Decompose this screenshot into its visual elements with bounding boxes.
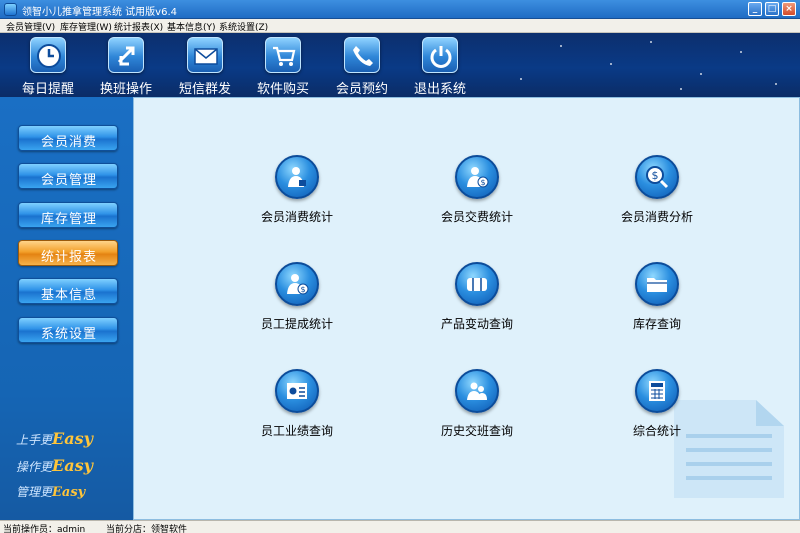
swap-arrows-icon xyxy=(108,37,144,73)
sidebar-item-label: 会员管理 xyxy=(40,173,97,188)
clock-icon xyxy=(30,37,66,73)
consumption-analysis-icon: $ xyxy=(635,155,679,199)
toolbar-label: 每日提醒 xyxy=(21,82,74,97)
shopping-cart-icon xyxy=(265,37,301,73)
menu-inventory[interactable]: 库存管理(W) xyxy=(60,20,112,33)
sidebar-item-label: 统计报表 xyxy=(40,250,97,265)
product-change-icon xyxy=(455,262,499,306)
toolbar-label: 会员预约 xyxy=(335,82,388,97)
telephone-icon xyxy=(344,37,380,73)
title-bar: 领智小儿推拿管理系统 试用版v6.4 _ □ × xyxy=(0,0,800,19)
menu-bar: 会员管理(V) 库存管理(W) 统计报表(X) 基本信息(Y) 系统设置(Z) xyxy=(0,19,800,33)
svg-text:$: $ xyxy=(300,285,305,294)
status-bar: 当前操作员：admin 当前分店：领智软件 xyxy=(0,520,800,533)
toolbar-exit-system[interactable]: 退出系统 xyxy=(401,36,479,97)
main-panel: 会员消费统计 $ 会员交费统计 $ 会员消费分析 $ 员工提成统计 产品变动查询… xyxy=(133,97,800,520)
func-label: 库存查询 xyxy=(632,317,681,331)
app-icon xyxy=(4,3,17,16)
maximize-button[interactable]: □ xyxy=(765,2,779,16)
func-label: 历史交班查询 xyxy=(440,424,513,438)
envelope-icon xyxy=(187,37,223,73)
func-label: 综合统计 xyxy=(632,424,681,438)
toolbar-buy-software[interactable]: 软件购买 xyxy=(244,36,322,97)
toolbar-member-booking[interactable]: 会员预约 xyxy=(323,36,401,97)
func-label: 员工业绩查询 xyxy=(260,424,333,438)
staff-performance-icon xyxy=(275,369,319,413)
close-button[interactable]: × xyxy=(782,2,796,16)
calculator-icon xyxy=(635,369,679,413)
toolbar-label: 换班操作 xyxy=(99,82,152,97)
toolbar-daily-reminder[interactable]: 每日提醒 xyxy=(9,36,87,97)
func-inventory-query[interactable]: 库存查询 xyxy=(597,262,717,342)
status-branch: 当前分店：领智软件 xyxy=(106,525,188,533)
sidebar-item-basic-info[interactable]: 基本信息 xyxy=(18,278,118,304)
toolbar-sms-broadcast[interactable]: 短信群发 xyxy=(166,36,244,97)
toolbar-label: 短信群发 xyxy=(178,82,231,97)
func-label: 会员消费统计 xyxy=(260,210,333,224)
toolbar: 每日提醒 换班操作 短信群发 软件购买 会员预约 退出系统 xyxy=(0,33,800,97)
toolbar-shift-change[interactable]: 换班操作 xyxy=(87,36,165,97)
sidebar-item-label: 库存管理 xyxy=(40,212,97,227)
window-title: 领智小儿推拿管理系统 试用版v6.4 xyxy=(22,7,177,18)
func-member-payment-stats[interactable]: $ 会员交费统计 xyxy=(417,155,537,235)
func-overall-statistics[interactable]: 综合统计 xyxy=(597,369,717,449)
menu-reports[interactable]: 统计报表(X) xyxy=(114,20,163,33)
func-staff-performance-query[interactable]: 员工业绩查询 xyxy=(237,369,357,449)
sidebar-item-member-consumption[interactable]: 会员消费 xyxy=(18,125,118,151)
slogan: 管理更Easy xyxy=(16,485,86,500)
menu-member[interactable]: 会员管理(V) xyxy=(6,20,55,33)
menu-settings[interactable]: 系统设置(Z) xyxy=(219,20,268,33)
func-product-change-query[interactable]: 产品变动查询 xyxy=(417,262,537,342)
folder-icon xyxy=(635,262,679,306)
sidebar-item-label: 会员消费 xyxy=(40,135,97,150)
func-label: 员工提成统计 xyxy=(260,317,333,331)
sidebar-item-system-settings[interactable]: 系统设置 xyxy=(18,317,118,343)
minimize-button[interactable]: _ xyxy=(748,2,762,16)
func-shift-history-query[interactable]: 历史交班查询 xyxy=(417,369,537,449)
sidebar-item-label: 系统设置 xyxy=(40,327,97,342)
status-operator: 当前操作员：admin xyxy=(3,525,86,533)
shift-history-icon xyxy=(455,369,499,413)
svg-text:$: $ xyxy=(652,169,659,182)
menu-basic-info[interactable]: 基本信息(Y) xyxy=(167,20,216,33)
func-member-consumption-analysis[interactable]: $ 会员消费分析 xyxy=(597,155,717,235)
sidebar-item-inventory-management[interactable]: 库存管理 xyxy=(18,202,118,228)
member-payment-icon: $ xyxy=(455,155,499,199)
slogan: 上手更Easy xyxy=(16,429,93,448)
slogan: 操作更Easy xyxy=(16,456,93,475)
toolbar-label: 退出系统 xyxy=(413,82,466,97)
member-consumption-icon xyxy=(275,155,319,199)
sidebar: 会员消费 会员管理 库存管理 统计报表 基本信息 系统设置 上手更Easy 操作… xyxy=(0,97,133,520)
func-label: 产品变动查询 xyxy=(440,317,513,331)
sidebar-item-member-management[interactable]: 会员管理 xyxy=(18,163,118,189)
toolbar-label: 软件购买 xyxy=(256,82,309,97)
func-member-consumption-stats[interactable]: 会员消费统计 xyxy=(237,155,357,235)
svg-text:$: $ xyxy=(480,178,485,187)
func-label: 会员交费统计 xyxy=(440,210,513,224)
sidebar-item-reports[interactable]: 统计报表 xyxy=(18,240,118,266)
func-staff-commission-stats[interactable]: $ 员工提成统计 xyxy=(237,262,357,342)
power-icon xyxy=(422,37,458,73)
sidebar-item-label: 基本信息 xyxy=(40,288,97,303)
staff-commission-icon: $ xyxy=(275,262,319,306)
func-label: 会员消费分析 xyxy=(620,210,693,224)
